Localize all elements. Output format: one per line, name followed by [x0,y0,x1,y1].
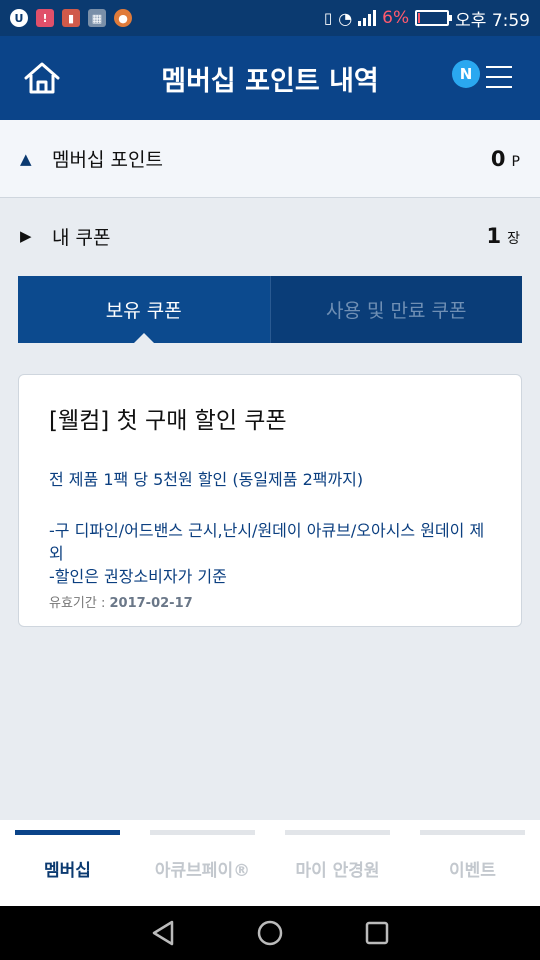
store-icon: ▮ [62,9,80,27]
tab-used-expired-coupons[interactable]: 사용 및 만료 쿠폰 [269,276,522,343]
app-header: 멤버십 포인트 내역 N [0,36,540,120]
system-navigation-bar [0,906,540,960]
nav-label: 마이 안경원 [295,860,380,881]
coupon-expiry: 유효기간 : 2017-02-17 [49,592,491,611]
membership-points-row[interactable]: ▲ 멤버십 포인트 0 P [0,120,540,198]
nav-membership[interactable]: 멤버십 [0,820,135,906]
battery-percent: 6% [382,8,410,28]
hamburger-menu-button[interactable] [486,66,512,88]
nav-acuvue-pay[interactable]: 아큐브페이® [135,820,270,906]
recent-apps-icon[interactable] [362,918,392,948]
signal-icon [358,10,377,26]
my-coupons-row[interactable]: ▶ 내 쿠폰 1 장 [0,198,540,274]
coupon-notes: -구 디파인/어드밴스 근시,난시/원데이 아큐브/오아시스 원데이 제외 -할… [49,519,491,588]
home-icon [24,62,60,94]
coupon-description: 전 제품 1팩 당 5천원 할인 (동일제품 2팩까지) [49,470,364,489]
triangle-right-icon: ▶ [20,227,32,245]
menu-line-icon [486,86,512,88]
menu-line-icon [486,76,512,78]
nav-label: 멤버십 [44,860,91,881]
nav-events[interactable]: 이벤트 [405,820,540,906]
new-notification-badge[interactable]: N [452,60,480,88]
nav-indicator [150,830,255,835]
battery-icon [415,10,453,26]
vibrate-icon: ▯ [323,9,333,27]
coupon-card[interactable]: [웰컴] 첫 구매 할인 쿠폰 전 제품 1팩 당 5천원 할인 (동일제품 2… [18,374,522,627]
menu-line-icon [486,66,512,68]
coupons-unit: 장 [507,231,520,247]
coupons-label: 내 쿠폰 [52,226,111,249]
expiry-date: 2017-02-17 [109,596,193,611]
coupons-value: 1 장 [486,224,520,248]
coupon-tabs: 보유 쿠폰 사용 및 만료 쿠폰 [18,276,522,344]
status-right: ▯ ◔ 6% 오후 7:59 [324,6,530,31]
coupon-title: [웰컴] 첫 구매 할인 쿠폰 [49,408,287,434]
expiry-label: 유효기간 : [49,596,110,611]
status-bar: U ! ▮ ▦ ● ▯ ◔ 6% 오후 7:59 [0,0,540,36]
tab-pointer-icon [132,333,155,344]
game-icon: ● [114,9,132,27]
home-button[interactable] [22,60,62,96]
nav-indicator [285,830,390,835]
clock: 오후 7:59 [455,10,530,31]
coupons-count: 1 [486,224,502,248]
notification-icons: U ! ▮ ▦ ● [10,9,132,27]
nav-my-optician[interactable]: 마이 안경원 [270,820,405,906]
nav-label: 아큐브페이® [154,860,251,881]
points-unit: P [511,153,520,170]
coupon-note: -구 디파인/어드밴스 근시,난시/원데이 아큐브/오아시스 원데이 제외 [49,521,485,563]
tab-label: 보유 쿠폰 [105,300,182,322]
image-icon: ▦ [88,9,106,27]
wifi-icon: ◔ [338,8,353,28]
warning-icon: ! [36,9,54,27]
nav-indicator [420,830,525,835]
tab-label: 사용 및 만료 쿠폰 [326,300,467,322]
points-number: 0 [490,146,506,171]
coupon-note: -할인은 권장소비자가 기준 [49,567,227,586]
nav-label: 이벤트 [449,860,496,881]
app-logo-icon: U [10,9,28,27]
home-circle-icon[interactable] [255,918,285,948]
points-label: 멤버십 포인트 [52,149,163,171]
tab-owned-coupons[interactable]: 보유 쿠폰 [18,276,270,344]
points-value: 0 P [491,147,520,171]
nav-indicator [15,830,120,835]
page-title: 멤버십 포인트 내역 [161,65,379,97]
triangle-up-icon: ▲ [20,149,32,168]
back-icon[interactable] [148,918,178,948]
bottom-navigation: 멤버십 아큐브페이® 마이 안경원 이벤트 [0,820,540,906]
